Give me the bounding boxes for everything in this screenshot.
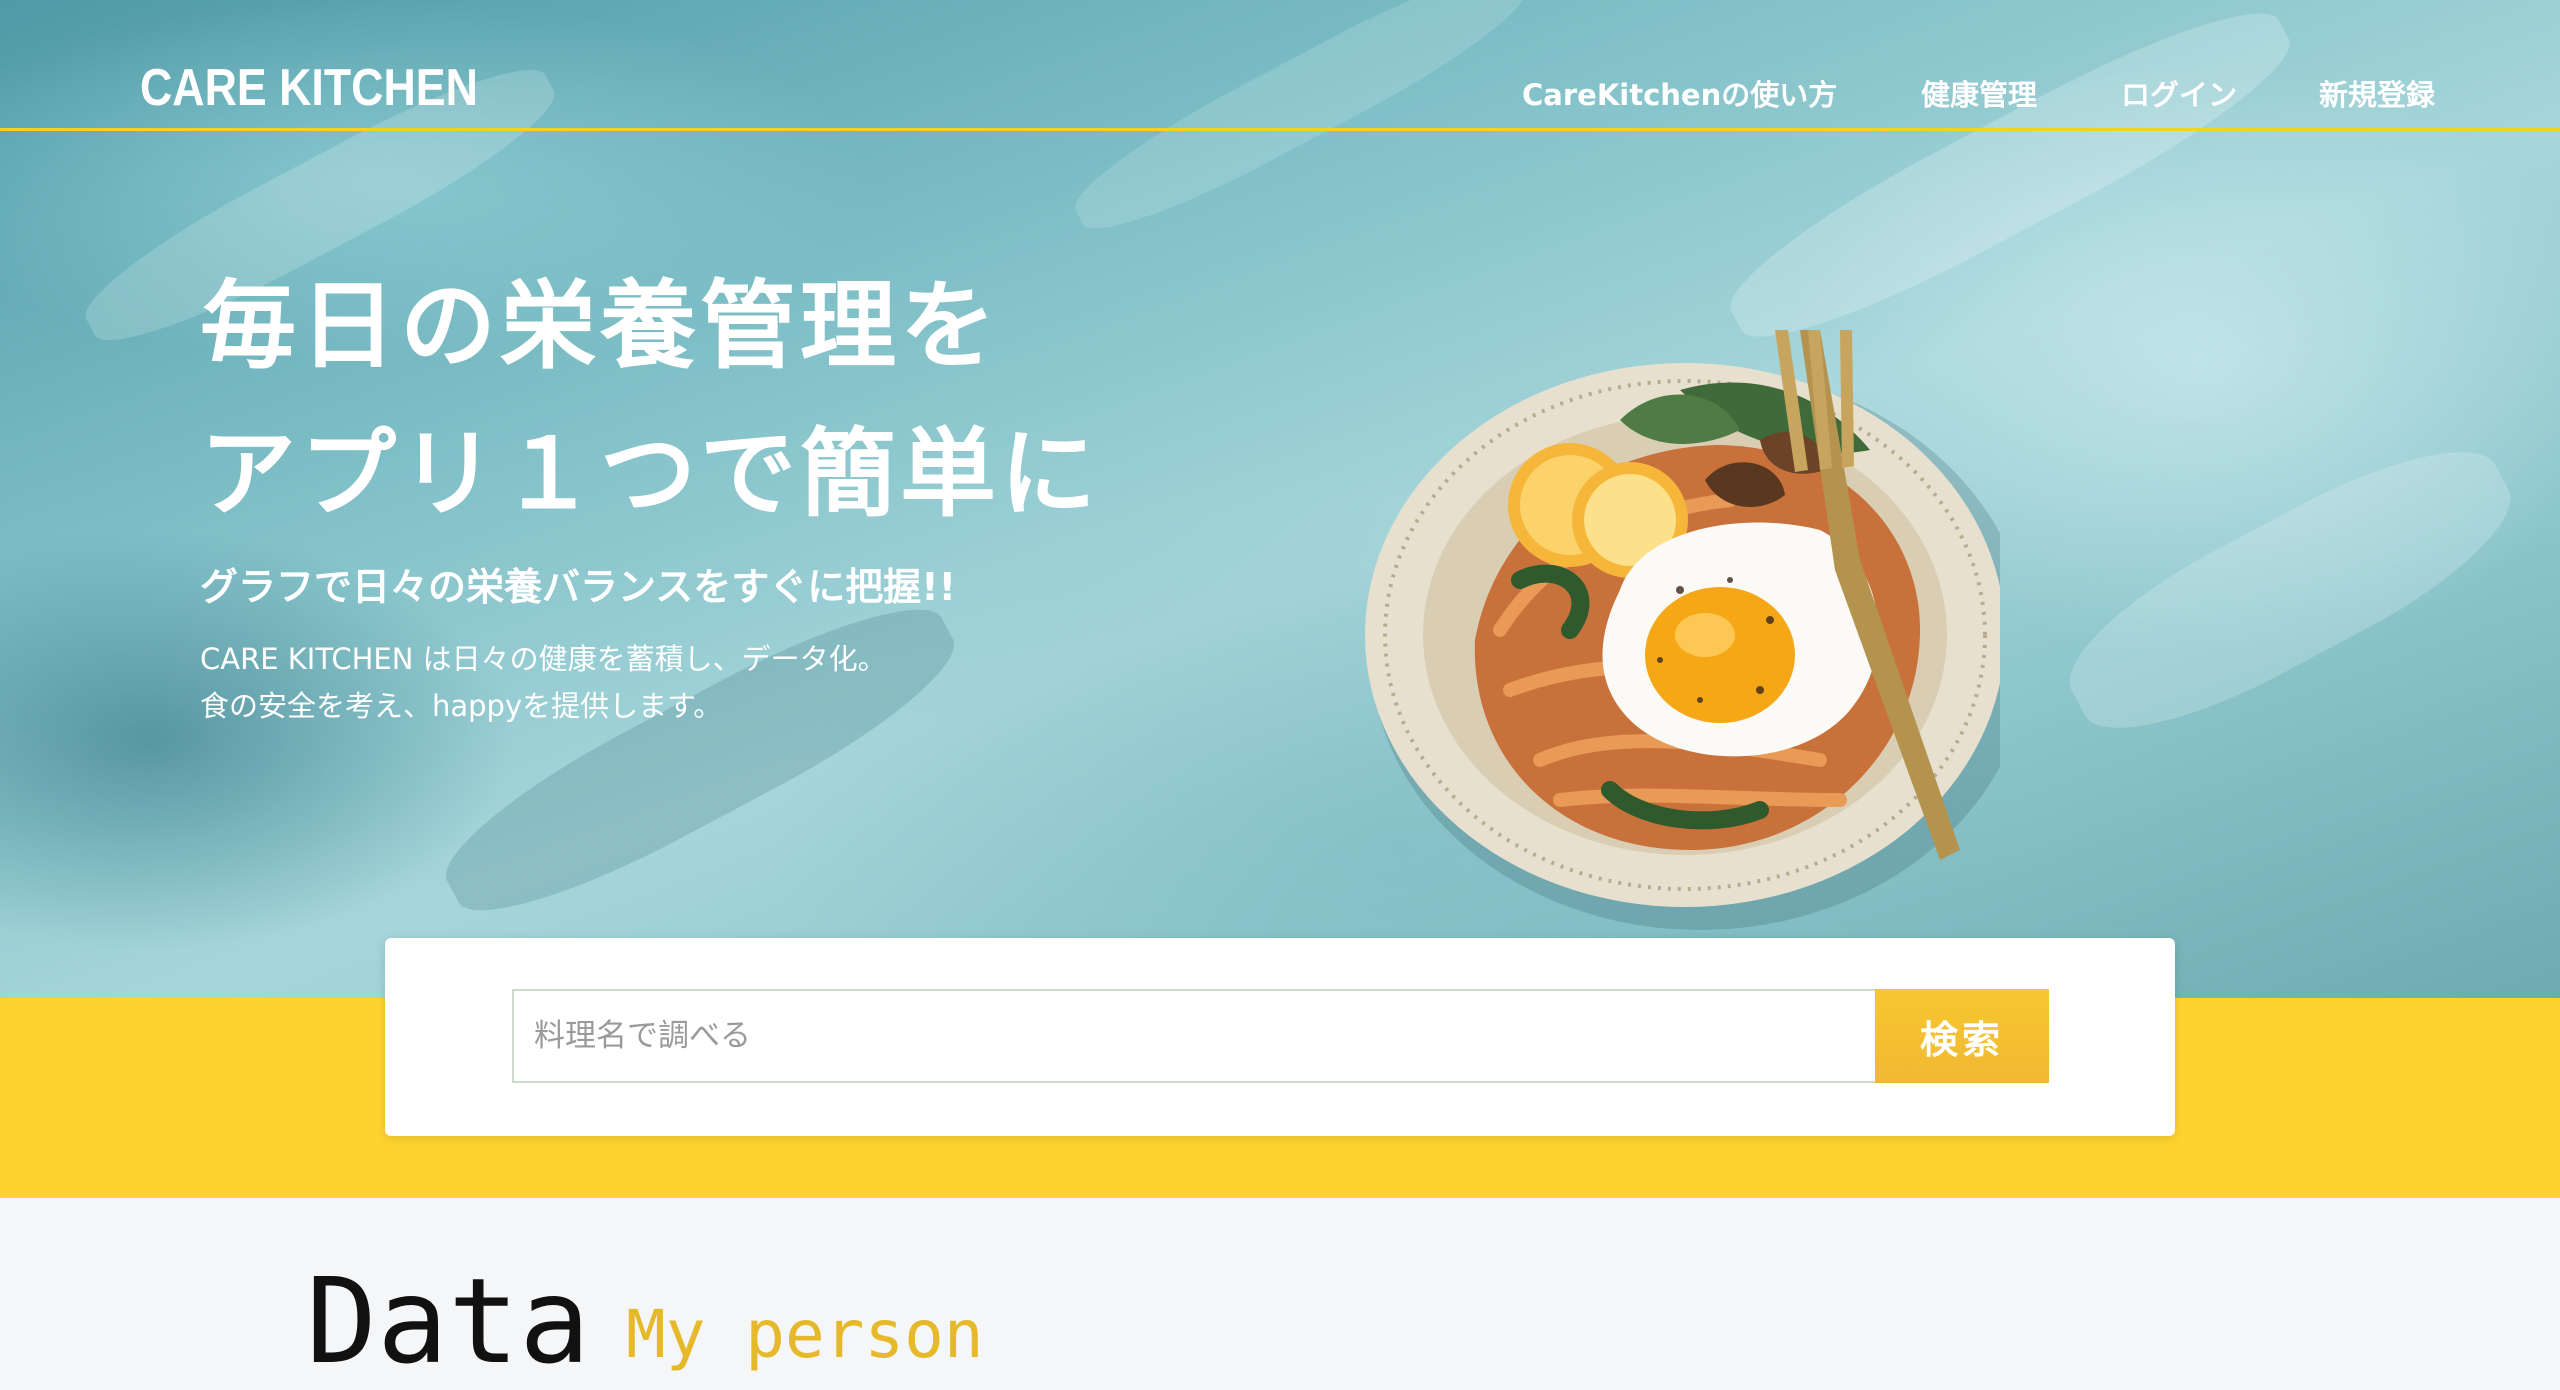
nav-how-to-use[interactable]: CareKitchenの使い方 [1522,72,1837,114]
hero-description-line2: 食の安全を考え、happyを提供します。 [200,689,723,723]
data-section-subtitle: My person [626,1296,984,1373]
background-brush-stroke [2045,415,2535,765]
egg-yolk [1645,587,1795,723]
nav-health-management[interactable]: 健康管理 [1921,72,2037,114]
hero-subheading: グラフで日々の栄養バランスをすぐに把握!! [200,565,956,609]
hero-food-image [1260,330,2030,950]
hero-headline-line2: アプリ１つで簡単に [200,418,1100,530]
hero-description-line1: CARE KITCHEN は日々の健康を蓄積し、データ化。 [200,642,887,676]
hero-headline-line1: 毎日の栄養管理を [200,270,1000,382]
site-logo[interactable]: CARE KITCHEN [140,58,478,118]
search-button[interactable]: 検索 [1875,989,2049,1083]
nav-login[interactable]: ログイン [2121,72,2237,114]
background-brush-stroke [424,575,976,945]
data-section-title: Data [306,1252,591,1390]
site-header: CARE KITCHEN CareKitchenの使い方 健康管理 ログイン 新… [0,0,2560,131]
dish-search-input[interactable] [512,989,1876,1083]
nav-register[interactable]: 新規登録 [2319,72,2435,114]
plate-illustration [1365,330,2030,930]
search-card: 検索 [385,938,2175,1136]
